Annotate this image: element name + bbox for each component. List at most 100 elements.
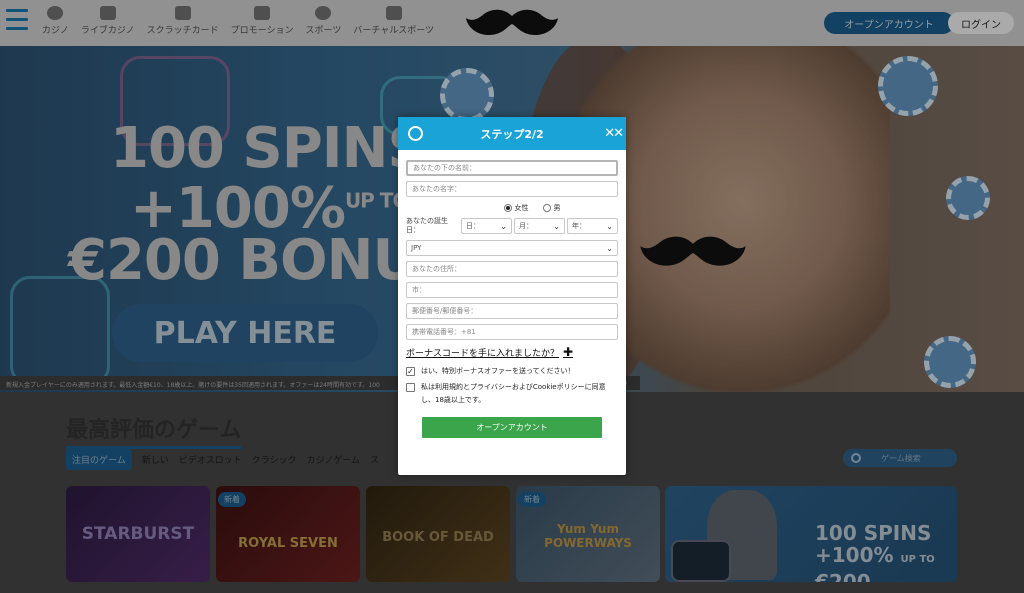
poker-chip-decoration [440,68,494,122]
terms-checkbox-row[interactable]: 私は利用規約とプライバシーおよびCookieポリシーに同意し、18歳以上です。 [406,381,618,407]
virtual-sports-icon [385,6,402,20]
checkbox-label: 私は利用規約とプライバシーおよびCookieポリシーに同意し、18歳以上です。 [421,383,606,404]
gift-icon [254,6,271,20]
game-title: Yum Yum POWERWAYS [544,522,632,550]
field-placeholder: あなたの名字： [412,185,461,193]
game-title: BOOK OF DEAD [382,530,494,545]
phone-image [671,540,731,582]
select-value: JPY [411,244,422,252]
address-field[interactable]: あなたの住所： [406,261,618,277]
nav-label: バーチャルスポーツ [353,26,435,36]
offers-checkbox-row[interactable]: ✓ はい、特別ボーナスオファーを送ってください！ [406,365,618,378]
field-placeholder: 携帯電話番号：+81 [412,328,476,336]
gender-label: 女性 [514,204,529,212]
phone-field[interactable]: 携帯電話番号：+81 [406,324,618,340]
modal-title: ステップ2/2 [480,127,544,141]
chevron-down-icon: ⌄ [606,243,613,253]
checkbox-icon[interactable] [406,383,415,392]
game-title: STARBURST [81,524,195,544]
close-icon[interactable]: ✕✕ [604,126,624,141]
promo-tile-percent: +100% UP TO [815,544,935,571]
field-placeholder: 市： [412,286,426,294]
modal-body: あなたの下の名前： あなたの名字： 女性 男 あなたの誕生日： 日： ⌄ 月： ⌄ … [398,150,626,438]
nav-label: ライブカジノ [80,26,135,36]
nav-item-virtual-sports[interactable]: バーチャルスポーツ [353,6,434,36]
field-placeholder: あなたの住所： [412,265,461,273]
new-badge: 新着 [518,492,546,507]
registration-modal: ステップ2/2 ✕✕ あなたの下の名前： あなたの名字： 女性 男 あなたの誕生… [398,117,626,475]
tab-video-slots[interactable]: ビデオスロット [179,453,242,466]
dob-month-select[interactable]: 月： ⌄ [514,218,565,234]
chevron-down-icon: ⌄ [553,221,560,231]
cards-icon [99,6,116,20]
nav-label: プロモーション [230,26,294,36]
gender-radio-group: 女性 男 [446,202,618,214]
gender-label: 男 [553,204,561,212]
tab-more[interactable]: ス [370,453,379,466]
section-title: 最高評価のゲーム [66,412,242,449]
dob-year-select[interactable]: 年： ⌄ [567,218,618,234]
soccer-ball-icon [315,6,332,20]
promo-tile-text: 100 SPINS +100% UP TO €200 [815,522,935,582]
brand-logo-icon [408,126,423,141]
chevron-down-icon: ⌄ [500,221,507,231]
tab-classic[interactable]: クラシック [252,453,297,466]
field-placeholder: あなたの下の名前： [413,164,476,172]
gender-male-option[interactable]: 男 [542,203,561,213]
casino-chip-icon [47,6,64,20]
poker-chip-decoration [924,336,976,388]
date-of-birth-row: あなたの誕生日： 日： ⌄ 月： ⌄ 年： ⌄ [406,217,618,235]
last-name-field[interactable]: あなたの下の名前： [406,160,618,176]
currency-select[interactable]: JPY ⌄ [406,240,618,256]
mustache-decoration [640,236,746,266]
first-name-field[interactable]: あなたの名字： [406,181,618,197]
dob-day-select[interactable]: 日： ⌄ [461,218,512,234]
tab-new[interactable]: 新しい [142,453,169,466]
bonus-code-link[interactable]: ボーナスコードを手に入れましたか？ ✚ [406,345,618,359]
nav-item-scratchcards[interactable]: スクラッチカード [147,6,219,36]
checkbox-checked-icon[interactable]: ✓ [406,367,415,376]
radio-icon[interactable] [542,204,551,212]
nav-item-live-casino[interactable]: ライブカジノ [81,6,135,36]
radio-selected-icon[interactable] [503,204,512,212]
dob-label: あなたの誕生日： [406,217,448,234]
tab-featured[interactable]: 注目のゲーム [66,449,132,470]
postcode-field[interactable]: 郵便番号/郵便番号： [406,303,618,319]
game-title: ROYAL SEVEN [238,536,338,551]
promo-tile[interactable]: 100 SPINS +100% UP TO €200 [665,486,957,582]
bonus-code-text: ボーナスコードを手に入れましたか？ [406,348,560,359]
nav-item-casino[interactable]: カジノ [42,6,69,36]
modal-header: ステップ2/2 ✕✕ [398,117,626,150]
poker-chip-decoration [946,176,990,220]
nav-item-sports[interactable]: スポーツ [305,6,342,36]
game-search-input[interactable]: ゲーム検索 [843,449,957,467]
main-nav: カジノ ライブカジノ スクラッチカード プロモーション スポーツ バーチャルスポ… [42,6,446,36]
nav-item-promotions[interactable]: プロモーション [231,6,294,36]
nav-label: カジノ [42,26,69,36]
game-tile-royal-seven[interactable]: 新着 ROYAL SEVEN [216,486,360,582]
checkbox-label: はい、特別ボーナスオファーを送ってください！ [421,367,575,375]
scratchcard-icon [174,6,191,20]
new-badge: 新着 [218,492,246,507]
hamburger-menu-icon[interactable] [6,9,28,33]
play-here-button[interactable]: PLAY HERE [112,304,378,362]
nav-label: スポーツ [305,26,342,36]
nav-label: スクラッチカード [146,26,219,36]
game-tile-starburst[interactable]: STARBURST [66,486,210,582]
plus-icon[interactable]: ✚ [563,345,573,359]
gender-female-option[interactable]: 女性 [503,203,529,213]
promo-tile-spins: 100 SPINS [815,521,932,545]
poker-chip-decoration [878,56,938,116]
promo-tile-amount: €200 [815,570,871,582]
open-account-button[interactable]: オープンアカウント [824,12,954,34]
submit-open-account-button[interactable]: オープンアカウント [422,417,602,438]
tab-casino-games[interactable]: カジノゲーム [307,453,361,466]
game-tile-book-of-dead[interactable]: BOOK OF DEAD [366,486,510,582]
login-button[interactable]: ログイン [948,12,1014,34]
field-placeholder: 郵便番号/郵便番号： [412,307,478,315]
banner-headline-spins: 100 SPINS [110,116,428,181]
game-tile-yum-yum-powerways[interactable]: 新着 Yum Yum POWERWAYS [516,486,660,582]
mustache-logo[interactable] [464,4,560,44]
city-field[interactable]: 市： [406,282,618,298]
select-value: 年： [572,222,586,230]
